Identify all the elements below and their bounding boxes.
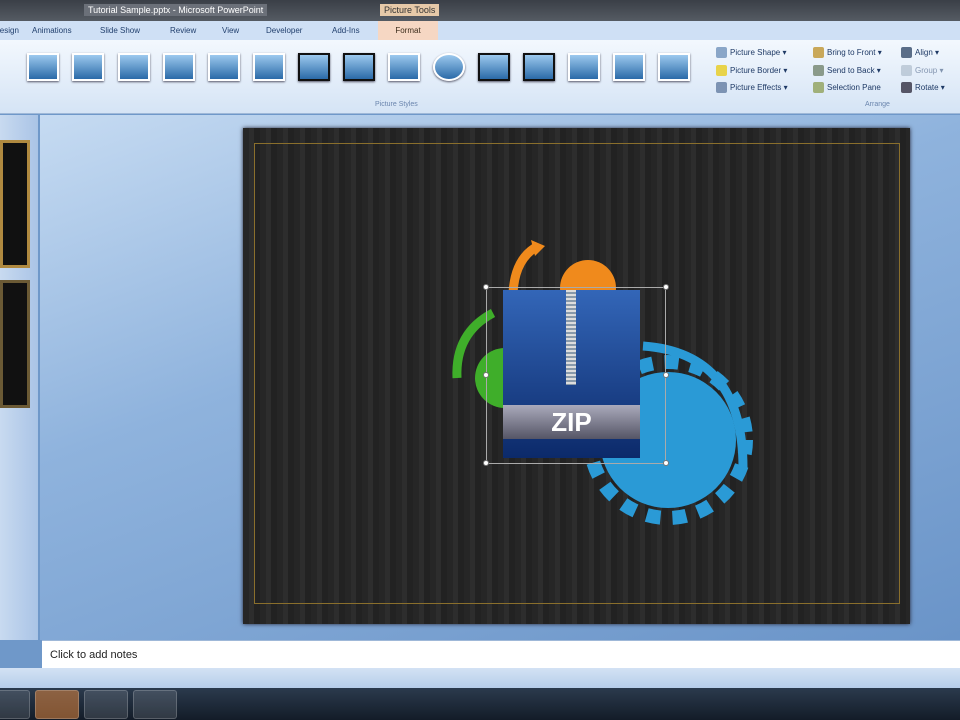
picture-style-5[interactable] <box>208 53 240 81</box>
tab-developer[interactable]: Developer <box>266 26 302 35</box>
notes-pane[interactable]: Click to add notes <box>42 640 960 668</box>
resize-handle[interactable] <box>483 372 489 378</box>
selection-pane-button[interactable]: Selection Pane <box>813 82 881 93</box>
taskbar-excel-icon[interactable] <box>0 690 30 719</box>
picture-effects-button[interactable]: Picture Effects ▾ <box>716 82 788 93</box>
taskbar-chrome-icon[interactable] <box>84 690 128 719</box>
picture-styles-group-label: Picture Styles <box>375 101 418 108</box>
send-to-back-button[interactable]: Send to Back ▾ <box>813 65 881 76</box>
tab-format[interactable]: Format <box>378 21 438 40</box>
tab-review[interactable]: Review <box>170 26 196 35</box>
tab-design[interactable]: Design <box>0 26 19 35</box>
align-icon <box>901 47 912 58</box>
picture-shape-button[interactable]: Picture Shape ▾ <box>716 47 787 58</box>
resize-handle[interactable] <box>663 284 669 290</box>
picture-style-9[interactable] <box>388 53 420 81</box>
status-bar <box>0 668 960 688</box>
ribbon-tabs: Design Animations Slide Show Review View… <box>0 21 960 40</box>
tab-slide-show[interactable]: Slide Show <box>100 26 140 35</box>
title-bar: Tutorial Sample.pptx - Microsoft PowerPo… <box>0 0 960 21</box>
resize-handle[interactable] <box>663 460 669 466</box>
tab-add-ins[interactable]: Add-Ins <box>332 26 360 35</box>
arrange-group-label: Arrange <box>865 101 890 108</box>
rotate-button[interactable]: Rotate ▾ <box>901 82 945 93</box>
picture-style-10[interactable] <box>433 53 465 81</box>
zip-icon[interactable]: ZIP <box>503 290 640 458</box>
selection-pane-icon <box>813 82 824 93</box>
orange-arrow-icon <box>508 242 541 294</box>
picture-style-11[interactable] <box>478 53 510 81</box>
picture-style-3[interactable] <box>118 53 150 81</box>
picture-border-button[interactable]: Picture Border ▾ <box>716 65 787 76</box>
zipper-icon <box>566 290 576 385</box>
picture-style-7[interactable] <box>298 53 330 81</box>
taskbar-app-icon[interactable] <box>133 690 177 719</box>
picture-style-2[interactable] <box>72 53 104 81</box>
picture-style-13[interactable] <box>568 53 600 81</box>
taskbar-powerpoint-icon[interactable] <box>35 690 79 719</box>
group-button[interactable]: Group ▾ <box>901 65 943 76</box>
bring-to-front-button[interactable]: Bring to Front ▾ <box>813 47 882 58</box>
tab-animations[interactable]: Animations <box>32 26 72 35</box>
picture-style-1[interactable] <box>27 53 59 81</box>
send-back-icon <box>813 65 824 76</box>
bring-front-icon <box>813 47 824 58</box>
slides-pane <box>0 115 38 640</box>
picture-style-12[interactable] <box>523 53 555 81</box>
rotate-icon <box>901 82 912 93</box>
picture-style-8[interactable] <box>343 53 375 81</box>
resize-handle[interactable] <box>483 284 489 290</box>
zip-label: ZIP <box>503 405 640 439</box>
resize-handle[interactable] <box>663 372 669 378</box>
slide-thumbnail-1[interactable] <box>0 140 30 268</box>
tab-view[interactable]: View <box>222 26 239 35</box>
context-tab-label: Picture Tools <box>380 4 440 16</box>
slide: ZIP <box>243 128 910 624</box>
align-button[interactable]: Align ▾ <box>901 47 939 58</box>
effects-icon <box>716 82 727 93</box>
picture-style-4[interactable] <box>163 53 195 81</box>
border-icon <box>716 65 727 76</box>
resize-handle[interactable] <box>483 460 489 466</box>
shape-icon <box>716 47 727 58</box>
picture-style-14[interactable] <box>613 53 645 81</box>
picture-style-15[interactable] <box>658 53 690 81</box>
picture-style-6[interactable] <box>253 53 285 81</box>
group-icon <box>901 65 912 76</box>
window-title: Tutorial Sample.pptx - Microsoft PowerPo… <box>84 4 268 16</box>
slide-thumbnail-2[interactable] <box>0 280 30 408</box>
